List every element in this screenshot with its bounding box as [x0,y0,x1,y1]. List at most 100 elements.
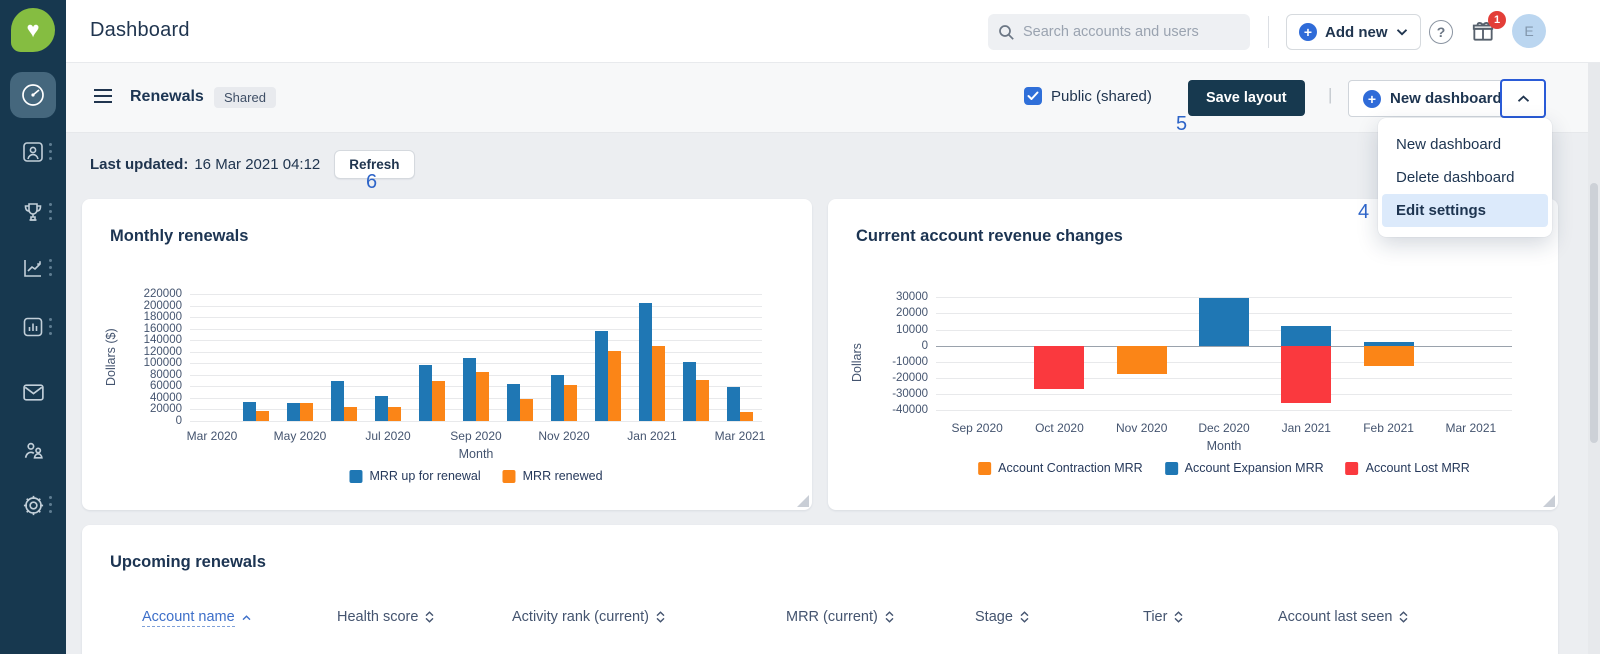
plus-icon: + [1363,89,1381,108]
bar-nov-2020[interactable] [564,384,577,421]
whats-new-button[interactable]: 1 [1470,11,1506,46]
bar-apr-2020[interactable] [243,402,256,421]
sidebar-item-success[interactable] [0,188,66,236]
bar-oct-2020[interactable] [1034,345,1085,389]
bar-jun-2020[interactable] [331,380,344,421]
bar-sep-2020[interactable] [463,357,476,421]
growth-drag-handle[interactable] [49,259,53,276]
bar-mar-2021[interactable] [740,412,753,421]
menu-item-edit-settings[interactable]: Edit settings [1382,194,1548,227]
column-header-account-name[interactable]: Account name [142,609,251,627]
sidebar-item-accounts[interactable] [0,128,66,176]
reports-drag-handle[interactable] [49,318,53,335]
legend-item[interactable]: MRR up for renewal [349,469,481,483]
bar-dec-2020[interactable] [608,350,621,421]
column-header-health-score[interactable]: Health score [337,609,434,625]
bar-apr-2020[interactable] [256,410,269,421]
legend-item[interactable]: Account Lost MRR [1345,461,1470,475]
new-dashboard-button[interactable]: + New dashboard [1348,80,1517,117]
sidebar-item-growth[interactable] [0,244,66,292]
bar-feb-2021[interactable] [696,380,709,421]
bar-jan-2021[interactable] [639,303,652,421]
bar-jun-2020[interactable] [344,406,357,421]
y-tick-label: -40000 [892,403,928,416]
x-tick-label: Dec 2020 [1198,421,1250,435]
bar-jul-2020[interactable] [375,396,388,421]
y-tick-label: 140000 [143,334,182,347]
column-header-stage[interactable]: Stage [975,609,1029,625]
scrollbar-thumb[interactable] [1590,183,1598,443]
gridline [190,340,762,342]
public-checkbox-label: Public (shared) [1051,87,1152,105]
dashboard-list-menu-icon[interactable] [94,89,112,103]
add-new-button[interactable]: + Add new [1286,14,1421,50]
column-label: Stage [975,609,1013,625]
dashboard-menu-toggle[interactable] [1500,79,1546,118]
public-checkbox[interactable] [1024,87,1042,105]
success-drag-handle[interactable] [49,203,53,220]
column-label: Health score [337,609,419,625]
bar-jan-2021[interactable] [1281,326,1332,346]
bar-oct-2020[interactable] [520,399,533,421]
sidebar-item-people[interactable] [0,426,66,474]
annotation-5: 5 [1176,113,1188,135]
sidebar-item-messages[interactable] [0,368,66,416]
bar-feb-2021[interactable] [1363,345,1414,366]
bar-nov-2020[interactable] [551,374,564,421]
legend-swatch-icon [1345,461,1359,475]
help-button[interactable]: ? [1429,20,1453,44]
x-tick-label: Mar 2021 [1445,421,1497,435]
gridline [936,377,1512,379]
y-tick-label: 80000 [150,368,182,381]
search-input[interactable] [1023,24,1233,40]
legend-item[interactable]: MRR renewed [502,469,603,483]
sidebar-item-reports[interactable] [0,303,66,351]
bar-oct-2020[interactable] [507,383,520,421]
bar-jul-2020[interactable] [388,406,401,421]
gridline [936,393,1512,395]
y-tick-label: 30000 [896,291,928,304]
annotation-4: 4 [1358,201,1370,223]
legend-label: MRR up for renewal [369,469,481,483]
settings-drag-handle[interactable] [49,496,53,513]
bar-jan-2021[interactable] [652,346,665,421]
bar-nov-2020[interactable] [1116,345,1167,374]
column-header-activity-rank-current[interactable]: Activity rank (current) [512,609,665,625]
sidebar-item-settings[interactable] [0,481,66,529]
global-search[interactable] [988,14,1250,50]
save-layout-button[interactable]: Save layout [1188,80,1305,116]
last-updated-label: Last updated: [90,156,189,173]
bar-aug-2020[interactable] [432,380,445,421]
y-tick-label: 160000 [143,322,182,335]
bar-may-2020[interactable] [287,402,300,421]
x-tick-label: Jul 2020 [365,429,411,443]
bar-aug-2020[interactable] [419,365,432,421]
resize-handle[interactable] [1543,495,1555,507]
bar-may-2020[interactable] [300,402,313,421]
column-header-tier[interactable]: Tier [1143,609,1183,625]
bar-dec-2020[interactable] [1199,298,1249,346]
accounts-drag-handle[interactable] [49,143,53,160]
menu-item-new-dashboard[interactable]: New dashboard [1378,128,1552,161]
bar-jan-2021[interactable] [1281,345,1332,404]
bar-dec-2020[interactable] [595,330,608,421]
bar-feb-2021[interactable] [1363,342,1414,346]
bar-sep-2020[interactable] [476,372,489,421]
menu-item-delete-dashboard[interactable]: Delete dashboard [1378,161,1552,194]
user-avatar[interactable]: E [1512,14,1546,48]
bar-feb-2021[interactable] [683,361,696,421]
revenue-changes-chart: Dollars 30000 20000 10000 0 -10000 -20000 -3000… [828,259,1558,510]
resize-handle[interactable] [797,495,809,507]
bar-mar-2021[interactable] [727,387,740,421]
chart-legend: MRR up for renewal MRR renewed [349,469,603,483]
sidebar-item-dashboards[interactable] [10,72,56,118]
column-header-mrr-current[interactable]: MRR (current) [786,609,894,625]
column-header-account-last-seen[interactable]: Account last seen [1278,609,1408,625]
last-updated-value: 16 Mar 2021 04:12 [194,156,321,173]
legend-item[interactable]: Account Contraction MRR [978,461,1143,475]
legend-item[interactable]: Account Expansion MRR [1164,461,1324,475]
scrollbar-track[interactable] [1588,63,1600,654]
gridline [936,409,1512,411]
column-label: Activity rank (current) [512,609,649,625]
app-logo[interactable]: ♥ [11,8,55,52]
